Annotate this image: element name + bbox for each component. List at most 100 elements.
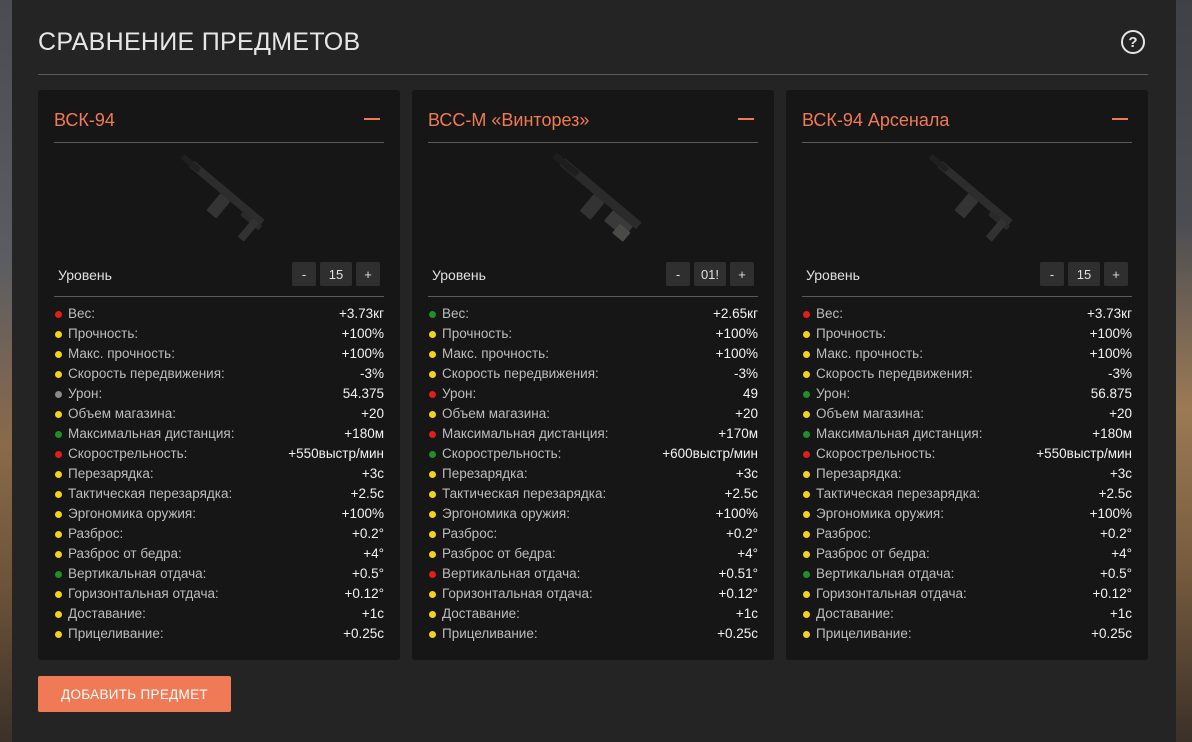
- stat-label: Прицеливание:: [816, 626, 912, 641]
- status-dot-icon: [55, 591, 62, 598]
- stat-row: Прицеливание: +0.25с: [428, 624, 758, 644]
- stat-value: +2.5с: [350, 486, 384, 501]
- stat-label: Объем магазина:: [816, 406, 924, 421]
- status-dot-icon: [803, 631, 810, 638]
- stat-row: Доставание: +1с: [54, 604, 384, 624]
- status-dot-icon: [429, 411, 436, 418]
- stat-value: +1с: [735, 606, 758, 621]
- level-input[interactable]: 15: [320, 262, 352, 286]
- level-decrement-button[interactable]: -: [292, 262, 316, 286]
- status-dot-icon: [429, 371, 436, 378]
- stat-row: Перезарядка: +3с: [54, 464, 384, 484]
- item-card: ВСС-М «Винторез» Уровень -01! + Вес: +2.65кг П…: [412, 90, 774, 660]
- remove-item-minus-icon[interactable]: [1112, 118, 1128, 120]
- stat-row: Вес: +2.65кг: [428, 304, 758, 324]
- status-dot-icon: [803, 591, 810, 598]
- stat-value: -3%: [359, 366, 384, 381]
- level-input[interactable]: 01!: [694, 262, 726, 286]
- stat-value: +100%: [1089, 346, 1132, 361]
- status-dot-icon: [429, 451, 436, 458]
- level-decrement-button[interactable]: -: [1040, 262, 1064, 286]
- stat-value: 56.875: [1090, 386, 1132, 401]
- item-card: ВСК-94 Арсенала Уровень -15 + Вес: +3.73кг Про…: [786, 90, 1148, 660]
- stat-label: Доставание:: [816, 606, 894, 621]
- stat-label: Урон:: [816, 386, 851, 401]
- status-dot-icon: [803, 431, 810, 438]
- remove-item-minus-icon[interactable]: [364, 118, 380, 120]
- level-increment-button[interactable]: +: [356, 262, 380, 286]
- stat-value: +0.51°: [718, 566, 758, 581]
- level-stepper: -15 +: [1040, 262, 1128, 286]
- stat-value: +3с: [1109, 466, 1132, 481]
- stat-value: +0.25с: [1091, 626, 1132, 641]
- level-input[interactable]: 15: [1068, 262, 1100, 286]
- status-dot-icon: [803, 571, 810, 578]
- status-dot-icon: [429, 571, 436, 578]
- status-dot-icon: [429, 431, 436, 438]
- stat-label: Прочность:: [442, 326, 513, 341]
- level-increment-button[interactable]: +: [730, 262, 754, 286]
- stat-value: +100%: [341, 506, 384, 521]
- stat-value: +3с: [361, 466, 384, 481]
- status-dot-icon: [429, 631, 436, 638]
- status-dot-icon: [803, 491, 810, 498]
- stat-row: Скорострельность: +550выстр/мин: [54, 444, 384, 464]
- stat-value: +0.12°: [718, 586, 758, 601]
- item-name: ВСК-94: [54, 110, 115, 130]
- stat-label: Вертикальная отдача:: [68, 566, 207, 581]
- question-circle-icon[interactable]: ?: [1121, 30, 1145, 54]
- stat-row: Разброс от бедра: +4°: [54, 544, 384, 564]
- stat-value: +0.2°: [725, 526, 758, 541]
- status-dot-icon: [55, 331, 62, 338]
- stat-value: +4°: [363, 546, 384, 561]
- stat-label: Горизонтальная отдача:: [68, 586, 219, 601]
- status-dot-icon: [803, 391, 810, 398]
- stat-value: +550выстр/мин: [288, 446, 384, 461]
- status-dot-icon: [803, 351, 810, 358]
- stat-row: Скорострельность: +550выстр/мин: [802, 444, 1132, 464]
- stat-row: Горизонтальная отдача: +0.12°: [802, 584, 1132, 604]
- stat-value: +2.5с: [724, 486, 758, 501]
- status-dot-icon: [803, 611, 810, 618]
- background-right: [1176, 0, 1192, 742]
- rifle-image: [163, 148, 283, 248]
- add-item-button[interactable]: ДОБАВИТЬ ПРЕДМЕТ: [38, 676, 231, 712]
- stat-value: +1с: [361, 606, 384, 621]
- stat-label: Максимальная дистанция:: [68, 426, 235, 441]
- stat-row: Урон: 49: [428, 384, 758, 404]
- stat-row: Тактическая перезарядка: +2.5с: [54, 484, 384, 504]
- stat-value: +600выстр/мин: [662, 446, 758, 461]
- stat-value: +0.2°: [351, 526, 384, 541]
- status-dot-icon: [429, 551, 436, 558]
- stat-label: Горизонтальная отдача:: [816, 586, 967, 601]
- status-dot-icon: [55, 371, 62, 378]
- stat-value: +100%: [715, 346, 758, 361]
- status-dot-icon: [55, 391, 62, 398]
- status-dot-icon: [803, 331, 810, 338]
- level-increment-button[interactable]: +: [1104, 262, 1128, 286]
- item-card-header: ВСК-94 Арсенала: [802, 108, 1132, 143]
- stat-value: -3%: [733, 366, 758, 381]
- level-decrement-button[interactable]: -: [666, 262, 690, 286]
- stat-row: Вес: +3.73кг: [54, 304, 384, 324]
- stat-label: Скорость передвижения:: [442, 366, 599, 381]
- stat-value: 49: [742, 386, 758, 401]
- stat-label: Объем магазина:: [442, 406, 550, 421]
- stat-value: +0.2°: [1099, 526, 1132, 541]
- stat-value: +180м: [344, 426, 384, 441]
- stat-row: Вертикальная отдача: +0.5°: [54, 564, 384, 584]
- status-dot-icon: [803, 371, 810, 378]
- stat-label: Урон:: [68, 386, 103, 401]
- stat-row: Доставание: +1с: [802, 604, 1132, 624]
- stat-row: Урон: 56.875: [802, 384, 1132, 404]
- stat-label: Эргономика оружия:: [68, 506, 196, 521]
- stat-value: +4°: [737, 546, 758, 561]
- stat-row: Максимальная дистанция: +180м: [54, 424, 384, 444]
- comparison-panel: СРАВНЕНИЕ ПРЕДМЕТОВ ? ДОБАВИТЬ ПРЕДМЕТ В…: [12, 0, 1176, 742]
- stat-row: Объем магазина: +20: [428, 404, 758, 424]
- stat-value: +180м: [1092, 426, 1132, 441]
- stat-value: +100%: [1089, 326, 1132, 341]
- remove-item-minus-icon[interactable]: [738, 118, 754, 120]
- stat-row: Вес: +3.73кг: [802, 304, 1132, 324]
- status-dot-icon: [803, 471, 810, 478]
